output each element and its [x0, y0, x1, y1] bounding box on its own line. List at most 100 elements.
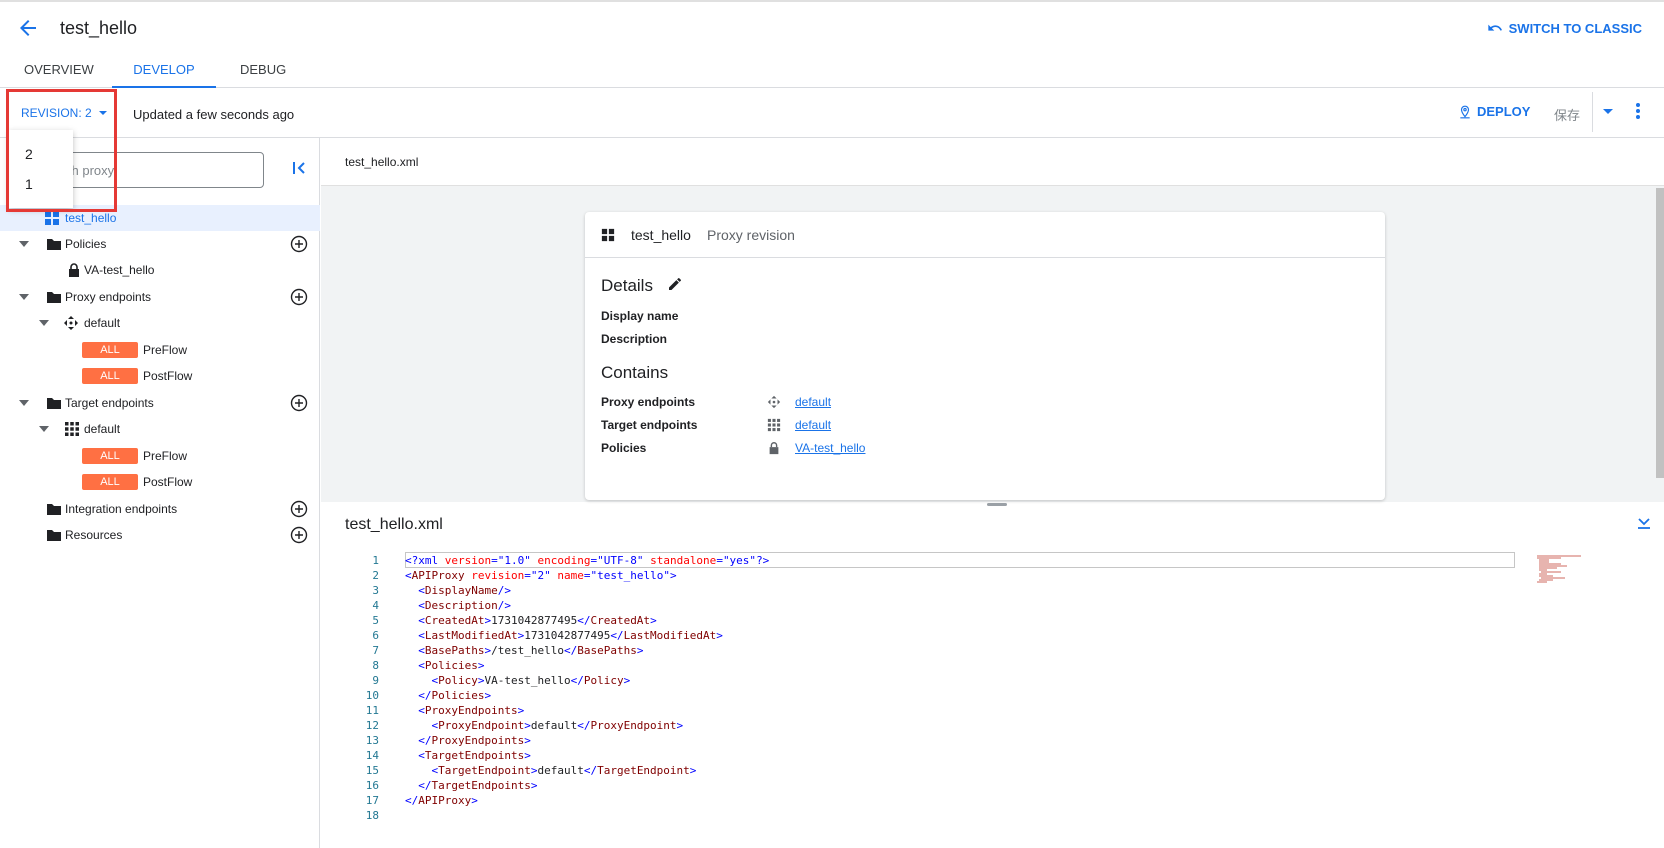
top-bar: test_hello SWITCH TO CLASSIC	[0, 0, 1664, 56]
all-badge: ALL	[82, 368, 138, 384]
policy-va-link[interactable]: VA-test_hello	[795, 441, 865, 455]
line-number: 4	[372, 599, 379, 612]
add-integration-endpoint-icon[interactable]	[290, 500, 308, 518]
add-proxy-endpoint-icon[interactable]	[290, 288, 308, 306]
code-line[interactable]: <?xml version="1.0" encoding="UTF-8" sta…	[405, 554, 769, 567]
tab-overview[interactable]: OVERVIEW	[24, 62, 94, 88]
lock-icon	[769, 442, 779, 455]
tree-item-resources[interactable]: Resources	[0, 522, 320, 548]
tree-item-target-default[interactable]: default	[0, 416, 320, 442]
code-line[interactable]: </ProxyEndpoints>	[405, 734, 531, 747]
tree-item-integration-endpoints[interactable]: Integration endpoints	[0, 496, 320, 522]
code-line[interactable]: <TargetEndpoint>default</TargetEndpoint>	[405, 764, 697, 777]
tree-item-proxy-endpoints-label: Proxy endpoints	[65, 290, 152, 304]
save-button[interactable]: 保存	[1554, 105, 1580, 124]
tree-item-proxy-preflow[interactable]: ALL PreFlow	[0, 337, 320, 363]
caret-down-icon[interactable]	[38, 423, 50, 435]
switch-to-classic-label: SWITCH TO CLASSIC	[1508, 20, 1642, 36]
code-line[interactable]: <CreatedAt>1731042877495</CreatedAt>	[405, 614, 656, 627]
toolbar-divider	[1592, 92, 1593, 132]
caret-down-icon[interactable]	[18, 291, 30, 303]
tree-item-proxy-endpoints[interactable]: Proxy endpoints	[0, 284, 320, 310]
code-line[interactable]: <Policy>VA-test_hello</Policy>	[405, 674, 631, 687]
file-tab[interactable]: test_hello.xml	[345, 155, 418, 169]
folder-icon	[47, 398, 61, 409]
code-line[interactable]: <LastModifiedAt>1731042877495</LastModif…	[405, 629, 723, 642]
editor-header: test_hello.xml	[321, 502, 1664, 546]
collapse-editor-icon[interactable]	[1636, 515, 1652, 531]
tab-develop[interactable]: DEVELOP	[112, 62, 216, 88]
target-endpoint-default-link[interactable]: default	[795, 418, 831, 432]
line-number: 1	[372, 554, 379, 567]
tree-item-target-postflow[interactable]: ALL PostFlow	[0, 469, 320, 495]
folder-icon	[47, 292, 61, 303]
tree-item-proxy-postflow[interactable]: ALL PostFlow	[0, 363, 320, 389]
code-line[interactable]: <Description/>	[405, 599, 511, 612]
code-line[interactable]: <TargetEndpoints>	[405, 749, 531, 762]
tree-item-policies-label: Policies	[65, 237, 107, 251]
tree-item-target-default-label: default	[84, 422, 121, 436]
tab-debug[interactable]: DEBUG	[240, 62, 286, 88]
line-number: 2	[372, 569, 379, 582]
details-heading: Details	[601, 276, 653, 295]
search-proxy-input[interactable]: ch proxy	[56, 152, 264, 188]
switch-to-classic-button[interactable]: SWITCH TO CLASSIC	[1487, 20, 1642, 36]
undo-icon	[1487, 24, 1502, 31]
vertical-scrollbar[interactable]	[1656, 188, 1664, 478]
caret-down-icon[interactable]	[38, 317, 50, 329]
code-line[interactable]: <BasePaths>/test_hello</BasePaths>	[405, 644, 643, 657]
line-number: 7	[372, 644, 379, 657]
tree-item-postflow-label: PostFlow	[143, 369, 193, 383]
line-number: 9	[372, 674, 379, 687]
tree-item-target-endpoints[interactable]: Target endpoints	[0, 390, 320, 416]
target-endpoints-label: Target endpoints	[601, 418, 698, 432]
card-header: test_hello Proxy revision	[585, 212, 1385, 258]
deploy-button[interactable]: DEPLOY	[1458, 104, 1530, 119]
line-number: 15	[365, 764, 379, 777]
revision-option-2[interactable]: 2	[25, 146, 33, 162]
add-policy-icon[interactable]	[290, 235, 308, 253]
add-target-endpoint-icon[interactable]	[290, 394, 308, 412]
revision-option-1[interactable]: 1	[25, 176, 33, 192]
folder-icon	[47, 530, 61, 541]
proxy-endpoint-default-link[interactable]: default	[795, 395, 831, 409]
move-arrows-icon	[64, 316, 78, 330]
code-line[interactable]: <ProxyEndpoint>default</ProxyEndpoint>	[405, 719, 684, 732]
save-options-dropdown-icon[interactable]	[1600, 102, 1616, 120]
revision-label: REVISION: 2	[21, 106, 92, 120]
code-line[interactable]: </TargetEndpoints>	[405, 779, 537, 792]
caret-down-icon[interactable]	[18, 397, 30, 409]
code-line[interactable]: </APIProxy>	[405, 794, 478, 807]
back-arrow-icon[interactable]	[16, 16, 40, 40]
line-number: 6	[372, 629, 379, 642]
code-line[interactable]: <Policies>	[405, 659, 484, 672]
tree-item-integration-endpoints-label: Integration endpoints	[65, 502, 178, 516]
more-vert-icon[interactable]	[1630, 101, 1646, 121]
revision-dropdown[interactable]: REVISION: 2	[21, 106, 108, 120]
proxy-revision-card: test_hello Proxy revision Details Displa…	[585, 212, 1385, 500]
tree-item-proxy-default[interactable]: default	[0, 310, 320, 336]
card-title: test_hello	[631, 227, 691, 243]
tree-item-root[interactable]: test_hello	[0, 205, 320, 231]
code-line[interactable]: <ProxyEndpoints>	[405, 704, 524, 717]
code-line[interactable]: <DisplayName/>	[405, 584, 511, 597]
xml-code-editor[interactable]: 1 <?xml version="1.0" encoding="UTF-8" st…	[321, 552, 1664, 848]
line-number: 17	[365, 794, 379, 807]
code-line[interactable]: </Policies>	[405, 689, 491, 702]
edit-pencil-icon[interactable]	[667, 276, 683, 292]
contains-heading: Contains	[601, 363, 669, 382]
collapse-sidebar-icon[interactable]	[292, 160, 308, 176]
code-line[interactable]: <APIProxy revision="2" name="test_hello"…	[405, 569, 677, 582]
line-number: 8	[372, 659, 379, 672]
tree-item-policy-va[interactable]: VA-test_hello	[0, 257, 320, 283]
caret-down-icon[interactable]	[18, 238, 30, 250]
tree-item-target-preflow[interactable]: ALL PreFlow	[0, 443, 320, 469]
line-number: 14	[365, 749, 379, 762]
tab-bar: OVERVIEW DEVELOP DEBUG	[0, 56, 1664, 88]
editor-minimap[interactable]	[1535, 554, 1583, 584]
tree-item-policies[interactable]: Policies	[0, 231, 320, 257]
grid-dots-icon	[65, 422, 79, 436]
proxy-grid-icon	[45, 211, 59, 225]
add-resource-icon[interactable]	[290, 526, 308, 544]
line-number: 16	[365, 779, 379, 792]
